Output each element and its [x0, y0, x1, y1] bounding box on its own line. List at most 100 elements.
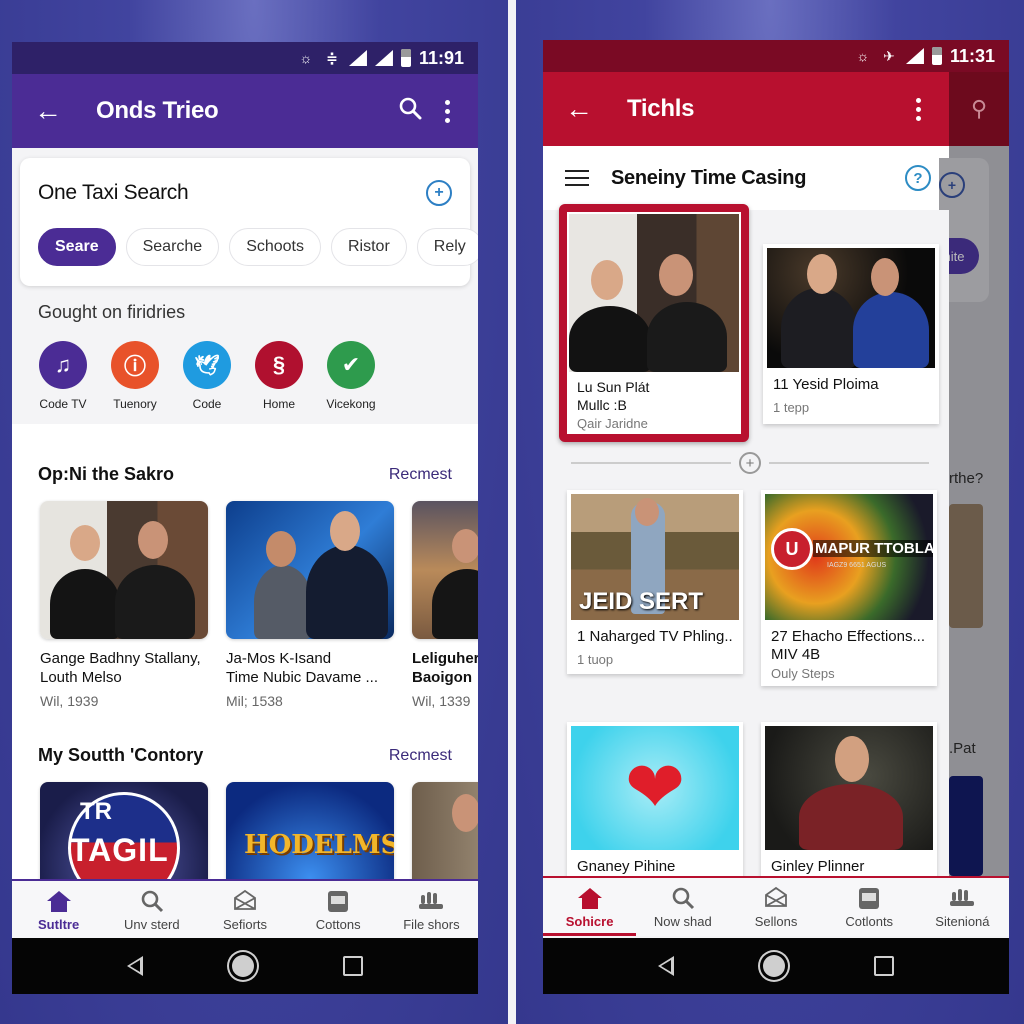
media-subtitle: Mil; 1538 — [226, 693, 283, 709]
search-card-title: One Taxi Search — [38, 181, 189, 204]
cell-signal-icon — [906, 48, 924, 64]
app-label: Code TV — [39, 397, 87, 411]
app-shortcut[interactable]: ⓘ Tuenory — [110, 341, 160, 411]
envelope-icon — [233, 889, 257, 913]
search-icon — [671, 886, 695, 910]
system-recents-icon[interactable] — [343, 956, 364, 976]
nav-item-search[interactable]: Unv sterd — [105, 881, 198, 939]
script-s-icon: § — [255, 341, 303, 389]
phone-right: ☼ ✈ 11:31 ⚲ + nite rthe? .Pat ← Tichls S… — [543, 40, 1009, 994]
nav-item-home[interactable]: Sutltre — [12, 881, 105, 939]
chip-rely[interactable]: Rely — [416, 228, 478, 266]
app-shortcut[interactable]: § Home — [254, 341, 304, 411]
status-time: 11:91 — [418, 47, 464, 68]
heart-icon: ❤ — [624, 748, 686, 828]
system-back-icon[interactable] — [126, 956, 143, 976]
grid-thumbnail — [569, 214, 739, 372]
back-arrow-icon[interactable]: ← — [565, 93, 605, 125]
grid-thumbnail — [767, 248, 935, 368]
media-item[interactable]: Gange Badhny Stallany, Louth Melso Wil, 1… — [40, 501, 208, 709]
system-navigation — [543, 938, 1009, 994]
app-label: Code — [192, 397, 222, 411]
media-subtitle: Wil, 1939 — [40, 693, 99, 709]
divider-strip — [508, 0, 516, 1024]
thumbnail-subtext: IAGZ9 6651 AGUS — [827, 562, 887, 569]
chip-searche[interactable]: Searche — [125, 228, 220, 266]
status-time: 11:31 — [949, 45, 995, 66]
apps-section-label: Gought on firidries — [38, 302, 186, 322]
thumbnail-text: JEID SERT — [579, 588, 704, 615]
background-screen-peek: ⚲ + nite rthe? .Pat — [929, 72, 1009, 876]
app-bar: ← Tichls — [543, 72, 949, 146]
nav-item-stations[interactable]: Sitenioná — [916, 878, 1009, 936]
group-icon — [949, 886, 975, 910]
section-more-link[interactable]: Recmest — [389, 747, 452, 765]
grid-card[interactable]: ❤ Gnaney Pihine — [567, 722, 743, 882]
media-title: Ja-Mos K-Isand Time Nubic Davame ... — [226, 650, 378, 686]
section-more-link[interactable]: Recmest — [389, 466, 452, 484]
bottom-navigation: Sutltre Unv sterd Sefiorts Cottons File … — [12, 879, 478, 939]
grid-title: Lu Sun Plát Mullc :B — [577, 379, 650, 413]
grid-card-selected[interactable]: Lu Sun Plát Mullc :B Qair Jaridne — [559, 204, 749, 442]
media-title: Gange Badhny Stallany, Louth Melso — [40, 650, 201, 686]
status-bar: ☼ ✈ 11:31 — [543, 40, 1009, 72]
page-title: Tichls — [627, 95, 695, 122]
help-icon[interactable]: ? — [905, 165, 931, 191]
app-shortcut[interactable]: ♫ Code TV — [38, 341, 88, 411]
overflow-menu-icon[interactable] — [432, 99, 462, 123]
nav-item-messages[interactable]: Sefiorts — [198, 881, 291, 939]
section-title: My Soutth 'Contory — [38, 745, 204, 765]
grid-card[interactable]: 11 Yesid Ploima 1 tepp — [763, 244, 939, 424]
nav-item-files[interactable]: File shors — [385, 881, 478, 939]
back-arrow-icon[interactable]: ← — [34, 95, 74, 127]
media-thumbnail — [412, 501, 478, 639]
overflow-menu-icon[interactable] — [903, 97, 933, 121]
thumbnail-text: TR — [80, 798, 112, 825]
grid-subtitle: 1 tuop — [577, 652, 614, 667]
app-bar: ← Onds Trieo — [12, 74, 478, 148]
chip-schoots[interactable]: Schoots — [229, 228, 321, 266]
page-title: Onds Trieo — [96, 97, 219, 124]
hamburger-menu-icon[interactable] — [565, 170, 589, 186]
grid-card[interactable]: U MAPUR TTOBLA IAGZ9 6651 AGUS 27 Ehacho… — [761, 490, 937, 686]
grid-card[interactable]: JEID SERT 1 Naharged TV Phling.. 1 tuop — [567, 490, 743, 674]
system-navigation — [12, 938, 478, 994]
nav-item-messages[interactable]: Sellons — [729, 878, 822, 936]
app-shortcut[interactable]: 🕊 Code — [182, 341, 232, 411]
nav-item-contacts[interactable]: Cotlonts — [823, 878, 916, 936]
media-thumbnail — [226, 501, 394, 639]
add-circle-icon: + — [939, 172, 965, 198]
apps-section: Gought on firidries ♫ Code TV ⓘ Tuenory … — [12, 286, 478, 424]
info-ring-icon: ⓘ — [111, 341, 159, 389]
search-icon[interactable] — [388, 96, 432, 127]
battery-icon — [400, 49, 411, 67]
battery-icon — [931, 47, 942, 65]
grid-thumbnail — [765, 726, 933, 850]
add-circle-icon[interactable]: + — [426, 180, 452, 206]
app-label: Vicekong — [326, 397, 376, 411]
thumbnail-text: TAGIL — [70, 832, 169, 868]
system-home-icon[interactable] — [762, 955, 785, 977]
system-back-icon[interactable] — [657, 956, 674, 976]
chip-ristor[interactable]: Ristor — [331, 228, 407, 266]
nav-item-search[interactable]: Now shad — [636, 878, 729, 936]
sub-header: Seneiny Time Casing ? — [543, 146, 949, 210]
grid-card[interactable]: Ginley Plinner — [761, 722, 937, 882]
add-section-icon[interactable]: + — [739, 452, 761, 474]
nav-item-home[interactable]: Sohicre — [543, 878, 637, 936]
vibrate-icon: ≑ — [326, 49, 338, 66]
app-shortcut[interactable]: ✔ Vicekong — [326, 341, 376, 411]
system-recents-icon[interactable] — [874, 956, 895, 976]
bottom-navigation: Sohicre Now shad Sellons Cotlonts Siteni… — [543, 876, 1009, 936]
media-item[interactable]: Ja-Mos K-Isand Time Nubic Davame ... Mil;… — [226, 501, 394, 709]
media-title: LeliguhereBaoigon — [412, 650, 478, 686]
media-item[interactable]: LeliguhereBaoigon Wil, 1339 — [412, 501, 478, 709]
peek-thumbnail — [949, 504, 983, 628]
app-label: Tuenory — [113, 397, 157, 411]
section-separator: + — [571, 452, 929, 474]
home-icon — [577, 886, 603, 910]
peek-thumbnail — [949, 776, 983, 876]
system-home-icon[interactable] — [231, 955, 254, 977]
chip-seare[interactable]: Seare — [38, 228, 116, 266]
nav-item-contacts[interactable]: Cottons — [292, 881, 385, 939]
